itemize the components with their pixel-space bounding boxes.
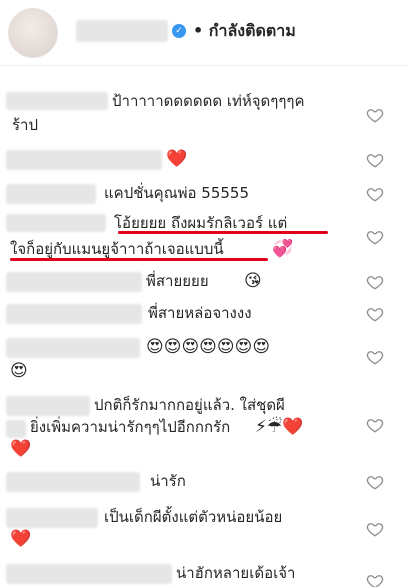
commenter-blurred[interactable] — [6, 272, 142, 292]
comment-text: ร้าป — [12, 116, 39, 134]
heart-outline-icon[interactable] — [366, 348, 384, 366]
comment-text: แคปชั่นคุณพ่อ 55555 — [104, 184, 249, 202]
commenter-blurred[interactable] — [6, 396, 90, 416]
heart-outline-icon[interactable] — [366, 228, 384, 246]
comment-item: ปกติก็รักมากกอยู่แล้ว. ใส่ชุดผี ยิ่งเพิ่… — [0, 392, 408, 464]
commenter-blurred[interactable] — [6, 150, 162, 170]
heart-outline-icon[interactable] — [366, 106, 384, 124]
username-blurred[interactable] — [76, 20, 168, 42]
heart-outline-icon[interactable] — [366, 473, 384, 491]
heart-eyes-icon: 😍 — [10, 361, 28, 381]
commenter-blurred[interactable] — [6, 304, 142, 324]
comment-text: พี่สายยยย — [146, 272, 209, 290]
comment-text: น่าฮักหลายเด้อเจ้า — [176, 564, 296, 582]
lightning-umbrella-heart-icons: ⚡☔❤️ — [255, 417, 304, 437]
red-heart-icon: ❤️ — [10, 439, 32, 459]
following-status[interactable]: • กำลังติดตาม — [193, 20, 296, 42]
comment-text: พี่สายหล่อจางงง — [148, 304, 252, 322]
comment-item: โอ้ยยยย ถึงผมรักลิเวอร์ แต่ ใจก็อยู่กับแ… — [0, 208, 408, 266]
comment-item: เป็นเด็กผีตั้งแต่ตัวหน่อยน้อย ❤️ — [0, 504, 408, 554]
avatar[interactable] — [8, 8, 58, 58]
commenter-blurred — [6, 420, 26, 438]
heart-outline-icon[interactable] — [366, 520, 384, 538]
commenter-blurred[interactable] — [6, 564, 172, 584]
heart-outline-icon[interactable] — [366, 273, 384, 291]
commenter-blurred[interactable] — [6, 338, 140, 358]
comment-item: ป้าาาาาดดดดดด เท่ห์จุดๆๆๆค ร้าป — [0, 86, 408, 142]
commenter-blurred[interactable] — [6, 92, 108, 110]
heart-outline-icon[interactable] — [366, 572, 384, 587]
heart-outline-icon[interactable] — [366, 305, 384, 323]
face-blowing-kiss-icon: 😘 — [244, 271, 262, 291]
red-heart-icon: ❤️ — [166, 149, 188, 169]
heart-outline-icon[interactable] — [366, 151, 384, 169]
verified-badge-icon: ✓ — [172, 24, 186, 38]
commenter-blurred[interactable] — [6, 508, 98, 528]
post-header: ✓ • กำลังติดตาม — [0, 0, 408, 66]
comment-text: ปกติก็รักมากกอยู่แล้ว. ใส่ชุดผี — [94, 396, 285, 414]
comment-item: พี่สายยยย 😘 — [0, 268, 408, 296]
comment-item: 😍😍😍😍😍😍😍 😍 — [0, 334, 408, 382]
comment-item: น่าฮักหลายเด้อเจ้า — [0, 560, 408, 587]
revolving-hearts-icon: 💞 — [272, 239, 294, 259]
comment-item: พี่สายหล่อจางงง — [0, 300, 408, 328]
comment-item: น่ารัก — [0, 468, 408, 496]
comment-text: ป้าาาาาดดดดดด เท่ห์จุดๆๆๆค — [112, 92, 305, 110]
heart-eyes-icon: 😍😍😍😍😍😍😍 — [146, 337, 271, 357]
comment-text: เป็นเด็กผีตั้งแต่ตัวหน่อยน้อย — [104, 508, 283, 526]
commenter-blurred[interactable] — [6, 472, 140, 492]
red-underline — [10, 258, 268, 261]
heart-outline-icon[interactable] — [366, 416, 384, 434]
heart-outline-icon[interactable] — [366, 185, 384, 203]
red-underline — [118, 231, 328, 234]
comment-item: แคปชั่นคุณพ่อ 55555 — [0, 180, 408, 208]
comment-text: ยิ่งเพิ่มความน่ารักๆๆไปอีกกกรัก — [30, 418, 231, 436]
comment-text: น่ารัก — [150, 472, 186, 490]
commenter-blurred[interactable] — [6, 184, 96, 204]
red-heart-icon: ❤️ — [10, 529, 32, 549]
comment-item: ❤️ — [0, 146, 408, 174]
commenter-blurred[interactable] — [6, 214, 106, 232]
